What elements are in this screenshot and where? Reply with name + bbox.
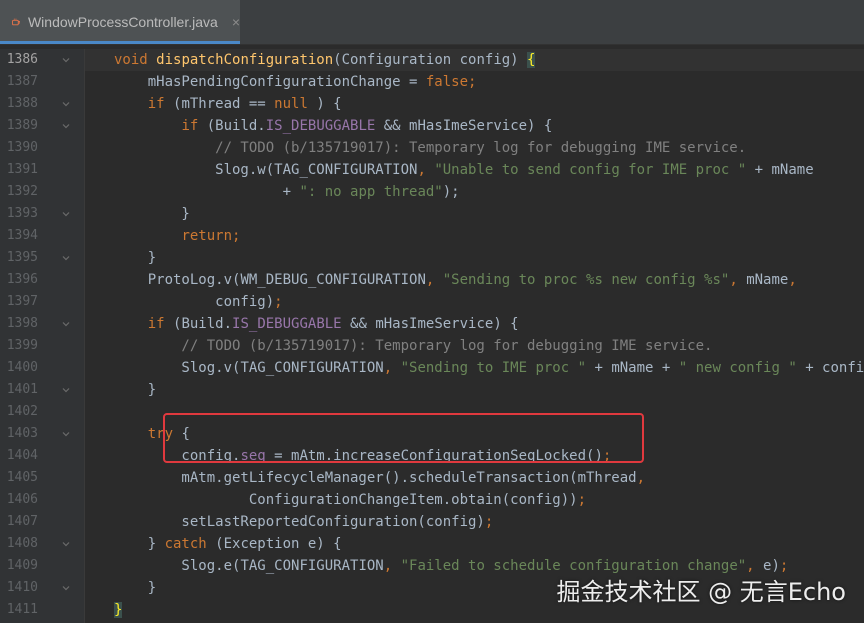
code-line[interactable]: 1407 setLastReportedConfiguration(config… xyxy=(0,511,864,533)
code-line[interactable]: 1396 ProtoLog.v(WM_DEBUG_CONFIGURATION, … xyxy=(0,269,864,291)
line-number: 1407 xyxy=(6,514,38,529)
code-text: } xyxy=(114,602,123,618)
line-number: 1395 xyxy=(6,250,38,265)
code-line[interactable]: 1387 mHasPendingConfigurationChange = fa… xyxy=(0,71,864,93)
code-text: } xyxy=(114,206,190,222)
code-text: mAtm.getLifecycleManager().scheduleTrans… xyxy=(114,470,646,486)
fold-chevron-icon[interactable] xyxy=(60,423,72,445)
code-text: try { xyxy=(147,426,190,442)
code-text: ProtoLog.v(WM_DEBUG_CONFIGURATION, "Send… xyxy=(114,272,797,288)
code-text: // TODO (b/135719017): Temporary log for… xyxy=(114,140,747,156)
line-number: 1386 xyxy=(6,52,38,67)
code-line[interactable]: 1386 void dispatchConfiguration(Configura… xyxy=(0,49,864,71)
line-number: 1400 xyxy=(6,360,38,375)
code-text: setLastReportedConfiguration(config); xyxy=(114,514,494,530)
code-text: mHasPendingConfigurationChange = false; xyxy=(114,74,477,90)
code-line[interactable]: 1401 } xyxy=(0,379,864,401)
code-text: + ": no app thread"); xyxy=(114,184,469,200)
line-number: 1406 xyxy=(6,492,38,507)
line-number: 1398 xyxy=(6,316,38,331)
code-line[interactable]: 1389 if (Build.IS_DEBUGGABLE && mHasImeS… xyxy=(0,115,864,137)
code-text: if (Build.IS_DEBUGGABLE && mHasImeServic… xyxy=(181,118,553,134)
code-line[interactable]: 1398 if (Build.IS_DEBUGGABLE && mHasImeS… xyxy=(0,313,864,335)
line-number: 1403 xyxy=(6,426,38,441)
line-number: 1390 xyxy=(6,140,38,155)
code-line[interactable]: 1404 config.seq = mAtm.increaseConfigura… xyxy=(0,445,864,467)
code-text: } xyxy=(114,250,157,266)
code-text: Slog.w(TAG_CONFIGURATION, "Unable to sen… xyxy=(114,162,814,178)
code-text: void dispatchConfiguration(Configuration… xyxy=(114,52,536,68)
tab-title: WindowProcessController.java xyxy=(27,14,218,30)
fold-chevron-icon[interactable] xyxy=(60,49,72,71)
code-line[interactable]: 1399 // TODO (b/135719017): Temporary lo… xyxy=(0,335,864,357)
line-number: 1394 xyxy=(6,228,38,243)
line-number: 1392 xyxy=(6,184,38,199)
code-text: ConfigurationChangeItem.obtain(config)); xyxy=(114,492,587,508)
code-line[interactable]: 1400 Slog.v(TAG_CONFIGURATION, "Sending … xyxy=(0,357,864,379)
code-line[interactable]: 1393 } xyxy=(0,203,864,225)
line-number: 1410 xyxy=(6,580,38,595)
code-line[interactable]: 1388 if (mThread == null ) { xyxy=(0,93,864,115)
tab-close-icon[interactable]: × xyxy=(232,14,240,30)
line-number: 1389 xyxy=(6,118,38,133)
fold-chevron-icon[interactable] xyxy=(60,533,72,555)
java-file-icon xyxy=(12,18,20,26)
fold-chevron-icon[interactable] xyxy=(60,93,72,115)
fold-chevron-icon[interactable] xyxy=(60,379,72,401)
code-line[interactable]: 1403 try { xyxy=(0,423,864,445)
fold-chevron-icon[interactable] xyxy=(60,313,72,335)
code-line[interactable]: 1392 + ": no app thread"); xyxy=(0,181,864,203)
code-text: if (mThread == null ) { xyxy=(147,96,342,112)
code-line[interactable]: 1395 } xyxy=(0,247,864,269)
code-text: config.seq = mAtm.increaseConfigurationS… xyxy=(114,448,612,464)
code-text: // TODO (b/135719017): Temporary log for… xyxy=(114,338,713,354)
code-line[interactable]: 1391 Slog.w(TAG_CONFIGURATION, "Unable t… xyxy=(0,159,864,181)
code-text: config); xyxy=(114,294,283,310)
code-text: } xyxy=(114,580,157,596)
line-number: 1397 xyxy=(6,294,38,309)
code-line[interactable]: 1394 return; xyxy=(0,225,864,247)
line-number: 1411 xyxy=(6,602,38,617)
line-number: 1391 xyxy=(6,162,38,177)
code-line[interactable]: 1397 config); xyxy=(0,291,864,313)
line-number: 1399 xyxy=(6,338,38,353)
line-number: 1396 xyxy=(6,272,38,287)
editor-tab-bar: WindowProcessController.java × xyxy=(0,0,864,45)
line-number: 1409 xyxy=(6,558,38,573)
code-text: return; xyxy=(181,228,241,244)
line-number: 1402 xyxy=(6,404,38,419)
tab-window-process-controller[interactable]: WindowProcessController.java × xyxy=(0,0,240,44)
watermark-text: 掘金技术社区 @ 无言Echo xyxy=(556,578,846,606)
code-editor[interactable]: 1386 void dispatchConfiguration(Configura… xyxy=(0,49,864,623)
fold-chevron-icon[interactable] xyxy=(60,203,72,225)
code-line[interactable]: 1390 // TODO (b/135719017): Temporary lo… xyxy=(0,137,864,159)
line-number: 1387 xyxy=(6,74,38,89)
ide-window: WindowProcessController.java × 1386 void … xyxy=(0,0,864,623)
line-number: 1401 xyxy=(6,382,38,397)
code-line[interactable]: 1408 } catch (Exception e) { xyxy=(0,533,864,555)
line-number: 1393 xyxy=(6,206,38,221)
code-text: Slog.v(TAG_CONFIGURATION, "Sending to IM… xyxy=(114,360,864,376)
code-line[interactable]: 1405 mAtm.getLifecycleManager().schedule… xyxy=(0,467,864,489)
fold-chevron-icon[interactable] xyxy=(60,577,72,599)
line-number: 1408 xyxy=(6,536,38,551)
code-line[interactable]: 1402 xyxy=(0,401,864,423)
code-text: } catch (Exception e) { xyxy=(114,536,342,552)
line-number: 1405 xyxy=(6,470,38,485)
line-number: 1404 xyxy=(6,448,38,463)
code-line[interactable]: 1406 ConfigurationChangeItem.obtain(conf… xyxy=(0,489,864,511)
line-number: 1388 xyxy=(6,96,38,111)
code-text: } xyxy=(114,382,157,398)
fold-chevron-icon[interactable] xyxy=(60,247,72,269)
code-text: if (Build.IS_DEBUGGABLE && mHasImeServic… xyxy=(147,316,519,332)
fold-chevron-icon[interactable] xyxy=(60,115,72,137)
